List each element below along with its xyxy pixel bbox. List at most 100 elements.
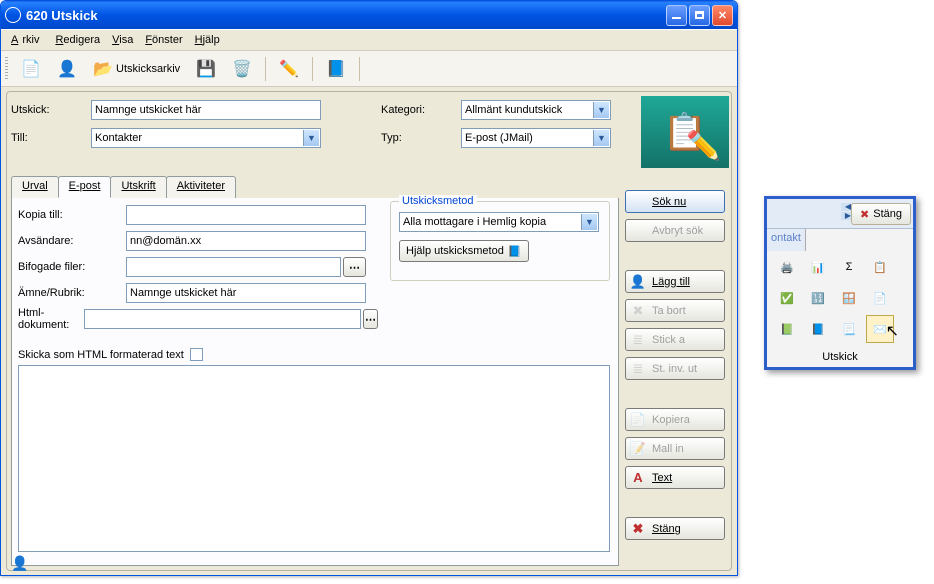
pencil-icon: ✏️ [686, 129, 721, 162]
menu-arkiv[interactable]: Arkiv [7, 32, 47, 48]
skicka-som-checkbox[interactable] [190, 348, 203, 361]
avsandare-label: Avsändare: [18, 235, 126, 247]
content-area: Utskick: Till: Kontakter▼ Kategori: Allm… [6, 91, 732, 571]
fieldset-legend: Utskicksmetod [399, 195, 477, 207]
titlebar[interactable]: 620 Utskick ✕ [1, 1, 737, 29]
tabs: Urval E-post Utskrift Aktiviteter [11, 176, 235, 198]
tab-panel-epost: Kopia till: Avsändare: Bifogade filer: ⋯… [11, 198, 619, 566]
popup-icon-excel[interactable]: 📗 [773, 315, 801, 343]
add-person-icon: 👤 [57, 59, 77, 79]
kategori-combo[interactable]: Allmänt kundutskick▼ [461, 100, 611, 120]
stick1-button: ≣Stick a [625, 328, 725, 351]
popup-icon-print[interactable]: 🖨️ [773, 253, 801, 281]
menu-redigera[interactable]: Redigera [51, 32, 104, 48]
tab-epost[interactable]: E-post [58, 176, 112, 198]
popup-toolbar[interactable]: ◀ ▶ ✖ Stäng ontakt 🖨️ 📊 Σ 📋 ✅ 🔢 🪟 📄 📗 📘 … [764, 196, 916, 370]
utskick-input[interactable] [91, 100, 321, 120]
popup-icon-check[interactable]: ✅ [773, 284, 801, 312]
minimize-button[interactable] [666, 5, 687, 26]
tool-save[interactable]: 💾 [191, 55, 221, 83]
text-button[interactable]: AText [625, 466, 725, 489]
template-icon: 📝 [630, 441, 646, 457]
cursor-icon: ↖ [886, 321, 899, 341]
chevron-down-icon: ▼ [593, 102, 609, 118]
chevron-down-icon: ▼ [581, 214, 597, 230]
skicka-som-label: Skicka som HTML formaterad text [18, 349, 184, 361]
popup-stang-button[interactable]: ✖ Stäng [851, 203, 911, 225]
utskicksmetod-combo[interactable]: Alla mottagare i Hemlig kopia▼ [399, 212, 599, 232]
chevron-down-icon: ▼ [593, 130, 609, 146]
popup-icon-sum[interactable]: Σ [835, 253, 863, 281]
chevron-down-icon: ▼ [303, 130, 319, 146]
delete-icon: 🗑️ [232, 59, 252, 79]
statusbar-user-icon: 👤 [11, 555, 25, 569]
popup-icon-doc[interactable]: 📄 [866, 284, 894, 312]
section-illustration: 📋 ✏️ [641, 96, 729, 168]
tool-help[interactable]: 📘 [321, 55, 351, 83]
sok-nu-button[interactable]: Sök nu [625, 190, 725, 213]
list-icon: ≣ [630, 361, 646, 377]
book-icon: 📘 [508, 245, 522, 258]
tool-utskicksarkiv[interactable]: 📂Utskicksarkiv [88, 55, 185, 83]
till-combo[interactable]: Kontakter▼ [91, 128, 321, 148]
toolbar-grip[interactable] [5, 57, 8, 81]
tool-delete[interactable]: 🗑️ [227, 55, 257, 83]
html-dok-label: Html-dokument: [18, 307, 84, 331]
kopia-label: Kopia till: [18, 209, 126, 221]
ta-bort-button: ✖Ta bort [625, 299, 725, 322]
remove-icon: ✖ [630, 303, 646, 319]
menu-fonster[interactable]: Fönster [141, 32, 186, 48]
stang-button[interactable]: ✖Stäng [625, 517, 725, 540]
typ-combo[interactable]: E-post (JMail)▼ [461, 128, 611, 148]
edit-icon: ✏️ [279, 59, 299, 79]
tab-utskrift[interactable]: Utskrift [110, 176, 166, 198]
tab-urval[interactable]: Urval [11, 176, 59, 198]
popup-icon-numbers[interactable]: 🔢 [804, 284, 832, 312]
avsandare-input[interactable] [126, 231, 366, 251]
popup-icon-page[interactable]: 📃 [835, 315, 863, 343]
tool-new-record[interactable]: 📄 [16, 55, 46, 83]
tool-add-person[interactable]: 👤 [52, 55, 82, 83]
add-person-icon: 👤 [630, 274, 646, 290]
maximize-button[interactable] [689, 5, 710, 26]
save-icon: 💾 [196, 59, 216, 79]
popup-bg-text: ontakt [767, 229, 806, 251]
new-record-icon: 📄 [21, 59, 41, 79]
amne-input[interactable] [126, 283, 366, 303]
stick2-button: ≣St. inv. ut [625, 357, 725, 380]
list-icon: ≣ [630, 332, 646, 348]
menu-hjalp[interactable]: Hjälp [191, 32, 224, 48]
html-textarea[interactable] [18, 365, 610, 552]
bifogade-browse-button[interactable]: ⋯ [343, 257, 366, 277]
copy-icon: 📄 [630, 412, 646, 428]
till-label: Till: [11, 132, 91, 144]
close-icon: ✖ [630, 521, 646, 537]
popup-icon-table[interactable]: 📋 [866, 253, 894, 281]
html-browse-button[interactable]: ⋯ [363, 309, 378, 329]
app-icon [5, 7, 21, 23]
mall-in-button: 📝Mall in [625, 437, 725, 460]
popup-icon-word[interactable]: 📘 [804, 315, 832, 343]
menubar: Arkiv Redigera Visa Fönster Hjälp [1, 29, 737, 51]
toolbar: 📄 👤 📂Utskicksarkiv 💾 🗑️ ✏️ 📘 [1, 51, 737, 87]
main-window: 620 Utskick ✕ Arkiv Redigera Visa Fönste… [0, 0, 738, 576]
amne-label: Ämne/Rubrik: [18, 287, 126, 299]
popup-icon-chart[interactable]: 📊 [804, 253, 832, 281]
popup-icon-window[interactable]: 🪟 [835, 284, 863, 312]
menu-visa[interactable]: Visa [108, 32, 137, 48]
tool-edit[interactable]: ✏️ [274, 55, 304, 83]
popup-header: ◀ ▶ ✖ Stäng [767, 199, 913, 229]
text-icon: A [630, 470, 646, 486]
tab-aktiviteter[interactable]: Aktiviteter [166, 176, 236, 198]
lagg-till-button[interactable]: 👤Lägg till [625, 270, 725, 293]
typ-label: Typ: [381, 132, 461, 144]
html-body-section: Skicka som HTML formaterad text [18, 348, 610, 557]
folder-icon: 📂 [93, 59, 113, 79]
html-input[interactable] [84, 309, 361, 329]
side-buttons: Sök nu Avbryt sök 👤Lägg till ✖Ta bort ≣S… [625, 190, 725, 540]
close-button[interactable]: ✕ [712, 5, 733, 26]
popup-title: Utskick [767, 347, 913, 367]
help-utskicksmetod-button[interactable]: Hjälp utskicksmetod 📘 [399, 240, 529, 262]
kopia-input[interactable] [126, 205, 366, 225]
bifogade-input[interactable] [126, 257, 341, 277]
